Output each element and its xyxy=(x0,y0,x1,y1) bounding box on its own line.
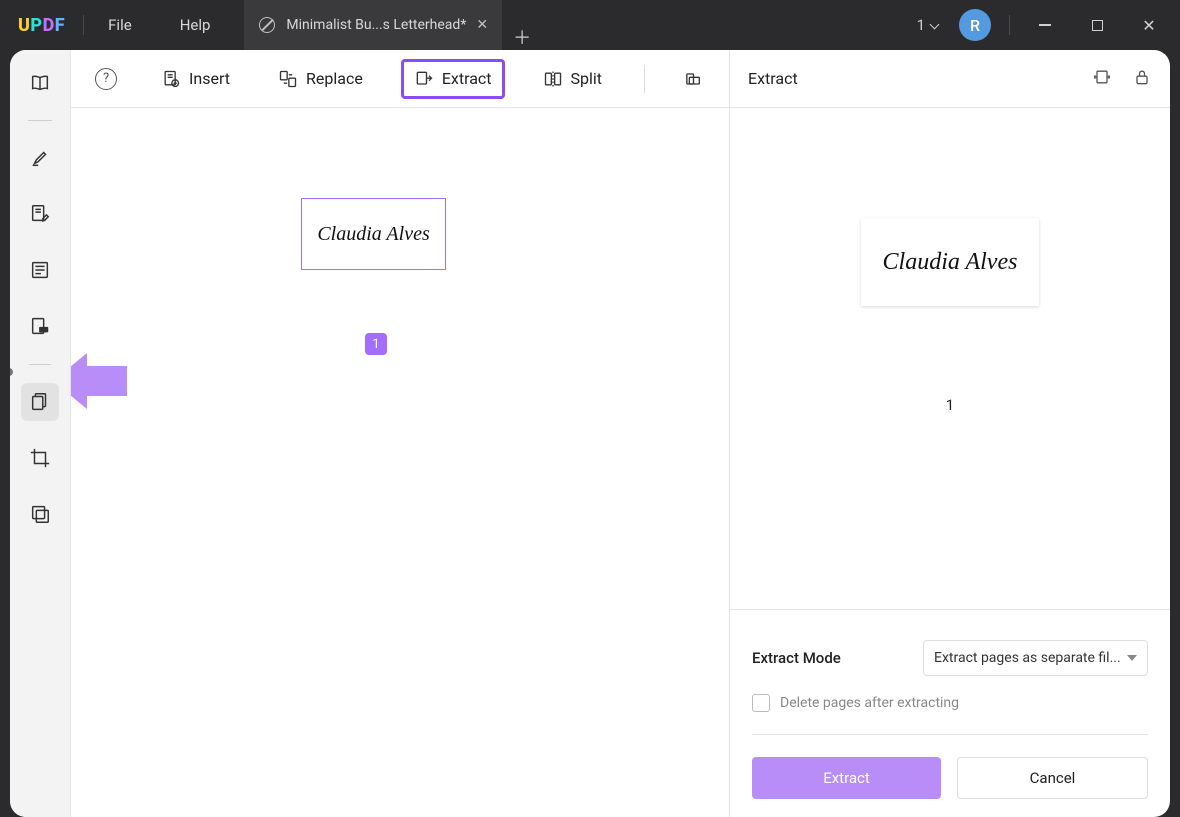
extract-mode-value: Extract pages as separate fil... xyxy=(934,650,1121,666)
replace-button[interactable]: Replace xyxy=(268,59,373,99)
delete-after-checkbox[interactable] xyxy=(752,694,770,712)
separator xyxy=(752,734,1148,735)
extract-mode-label: Extract Mode xyxy=(752,649,841,667)
tool-reader[interactable] xyxy=(21,64,59,102)
insert-icon xyxy=(161,69,181,89)
close-icon: ✕ xyxy=(1142,16,1155,35)
extract-button[interactable]: Extract xyxy=(401,59,505,99)
page-number-badge: 1 xyxy=(365,333,387,355)
insert-button[interactable]: Insert xyxy=(151,59,240,99)
tool-watermark[interactable] xyxy=(21,495,59,533)
side-page-text: Claudia Alves xyxy=(883,249,1018,276)
chevron-down-icon xyxy=(929,19,941,31)
page-tools-toolbar: ? Insert Replace Extract Split xyxy=(71,50,729,108)
page-content-text: Claudia Alves xyxy=(317,223,429,246)
redact-icon xyxy=(29,315,51,337)
main-panel: ? Insert Replace Extract Split xyxy=(10,50,1170,817)
book-open-icon xyxy=(29,72,51,94)
menu-help[interactable]: Help xyxy=(156,0,235,50)
titlebar: UPDF File Help Minimalist Bu...s Letterh… xyxy=(0,0,1180,50)
replace-icon xyxy=(278,69,298,89)
center-column: ? Insert Replace Extract Split xyxy=(71,50,729,817)
side-page-number: 1 xyxy=(946,396,954,414)
form-icon xyxy=(29,259,51,281)
pages-icon xyxy=(29,391,51,413)
tool-redact[interactable] xyxy=(21,307,59,345)
thumbnail-canvas[interactable]: Claudia Alves 1 xyxy=(71,108,729,817)
highlighter-icon xyxy=(29,147,51,169)
extract-icon xyxy=(414,69,434,89)
side-panel-body: Claudia Alves 1 xyxy=(730,108,1170,609)
rotate-icon xyxy=(681,69,701,89)
page-pencil-icon xyxy=(29,203,51,225)
split-icon xyxy=(543,69,563,89)
split-button[interactable]: Split xyxy=(533,59,613,99)
tab-title: Minimalist Bu...s Letterhead* xyxy=(286,17,466,33)
left-toolstrip xyxy=(10,50,71,817)
replace-label: Replace xyxy=(306,69,363,88)
insert-label: Insert xyxy=(189,69,230,88)
crop-icon xyxy=(29,447,51,469)
workspace: ? Insert Replace Extract Split xyxy=(0,50,1180,817)
minimize-icon xyxy=(1039,24,1051,26)
no-preview-icon xyxy=(258,16,276,34)
tool-edit-text[interactable] xyxy=(21,195,59,233)
window-close[interactable]: ✕ xyxy=(1132,9,1166,41)
extract-confirm-button[interactable]: Extract xyxy=(752,757,941,799)
open-docs-counter[interactable]: 1 xyxy=(917,16,941,34)
fit-width-icon[interactable] xyxy=(1092,67,1112,91)
separator xyxy=(644,65,645,93)
window-minimize[interactable] xyxy=(1028,9,1062,41)
delete-after-label: Delete pages after extracting xyxy=(780,695,959,711)
extract-mode-select[interactable]: Extract pages as separate fil... xyxy=(923,640,1148,676)
tool-crop[interactable] xyxy=(21,439,59,477)
rotate-button[interactable] xyxy=(677,59,705,99)
separator xyxy=(28,120,52,121)
arrow-annotation-icon xyxy=(71,348,147,414)
side-panel-title: Extract xyxy=(748,69,798,88)
close-tab-icon[interactable]: ✕ xyxy=(476,17,488,33)
maximize-icon xyxy=(1092,20,1103,31)
help-icon[interactable]: ? xyxy=(95,68,117,90)
stack-icon xyxy=(29,503,51,525)
extract-side-panel: Extract Claudia Alves 1 Ext xyxy=(729,50,1170,817)
page-thumbnail-1[interactable]: Claudia Alves xyxy=(301,198,446,270)
side-panel-header: Extract xyxy=(730,50,1170,108)
split-label: Split xyxy=(571,69,603,88)
dropdown-caret-icon xyxy=(1127,655,1137,661)
side-page-thumbnail[interactable]: Claudia Alves xyxy=(861,218,1039,306)
tool-form[interactable] xyxy=(21,251,59,289)
tool-highlight[interactable] xyxy=(21,139,59,177)
document-tab[interactable]: Minimalist Bu...s Letterhead* ✕ xyxy=(244,0,502,50)
side-panel-footer: Extract Mode Extract pages as separate f… xyxy=(730,609,1170,817)
user-avatar[interactable]: R xyxy=(959,9,991,41)
tool-organize-pages[interactable] xyxy=(21,383,59,421)
lock-icon[interactable] xyxy=(1132,67,1152,91)
menu-file[interactable]: File xyxy=(84,0,156,50)
extract-label: Extract xyxy=(442,69,492,88)
separator xyxy=(1009,15,1010,35)
cancel-button[interactable]: Cancel xyxy=(957,757,1148,799)
new-tab-button[interactable]: ＋ xyxy=(502,24,542,50)
window-maximize[interactable] xyxy=(1080,9,1114,41)
app-logo: UPDF xyxy=(0,0,83,50)
separator xyxy=(29,363,51,365)
